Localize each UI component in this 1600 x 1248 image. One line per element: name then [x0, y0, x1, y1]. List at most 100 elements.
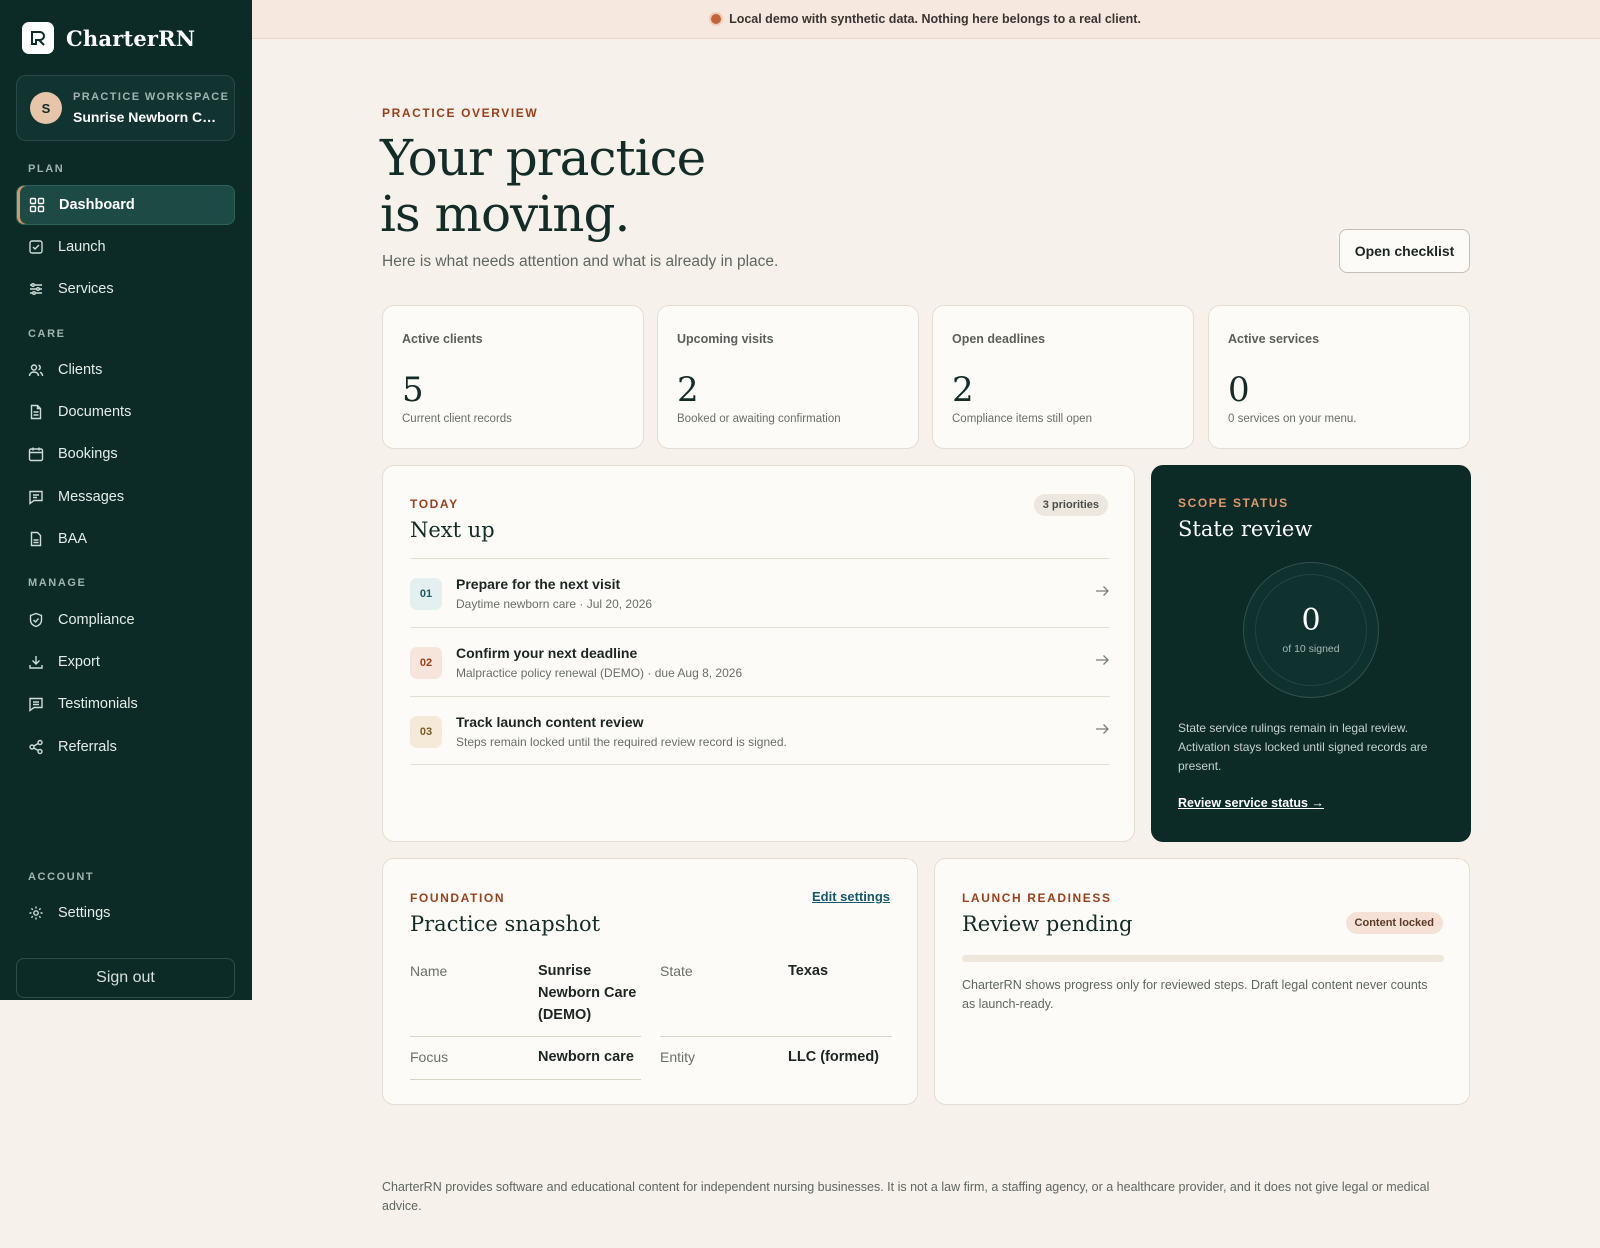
checkbox-icon: [28, 239, 44, 255]
stat-card-upcoming-visits[interactable]: Upcoming visits 2 Booked or awaiting con…: [657, 305, 919, 449]
title-line-2: is moving.: [380, 185, 630, 243]
sidebar-item-compliance[interactable]: Compliance: [16, 600, 235, 640]
practice-snapshot-card: FOUNDATION Practice snapshot Edit settin…: [382, 858, 918, 1105]
sidebar-item-referrals[interactable]: Referrals: [16, 727, 235, 767]
readiness-title: Review pending: [962, 912, 1133, 936]
stat-card-active-clients[interactable]: Active clients 5 Current client records: [382, 305, 644, 449]
sidebar-item-label: Launch: [58, 239, 106, 255]
sidebar-item-documents[interactable]: Documents: [16, 392, 235, 432]
arrow-right-icon: [1096, 586, 1109, 596]
users-icon: [28, 362, 44, 378]
task-subtitle: Daytime newborn care · Jul 20, 2026: [456, 597, 653, 611]
stat-value: 2: [677, 370, 699, 410]
field-value: Texas: [788, 963, 829, 979]
sidebar-item-export[interactable]: Export: [16, 642, 235, 682]
sidebar-item-label: Settings: [58, 905, 111, 921]
task-title: Confirm your next deadline: [456, 645, 638, 661]
scope-title: State review: [1178, 517, 1313, 541]
workspace-label: PRACTICE WORKSPACE: [73, 91, 230, 103]
shield-icon: [28, 612, 44, 628]
task-row[interactable]: 02 Confirm your next deadline Malpractic…: [410, 627, 1110, 696]
signed-count: 0: [1301, 603, 1321, 638]
scope-description: State service rulings remain in legal re…: [1178, 721, 1428, 773]
sidebar-item-label: Clients: [58, 362, 103, 378]
task-subtitle: Malpractice policy renewal (DEMO) · due …: [456, 666, 743, 680]
sidebar-item-bookings[interactable]: Bookings: [16, 434, 235, 474]
edit-settings-link[interactable]: Edit settings: [812, 889, 890, 904]
sidebar-item-label: Dashboard: [59, 197, 135, 213]
message-icon: [28, 489, 44, 505]
arrow-right-icon: [1096, 724, 1109, 734]
signed-progress-ring: 0 of 10 signed: [1243, 562, 1379, 698]
page-title: Your practice is moving.: [380, 130, 980, 242]
sliders-icon: [28, 281, 44, 297]
review-service-status-link[interactable]: Review service status →: [1178, 796, 1324, 810]
sidebar-item-label: BAA: [58, 531, 88, 547]
divider: [410, 1079, 641, 1080]
sidebar-item-testimonials[interactable]: Testimonials: [16, 684, 235, 724]
brand-name: CharterRN: [66, 25, 196, 51]
sidebar-item-settings[interactable]: Settings: [16, 893, 235, 933]
sidebar-item-label: Testimonials: [58, 696, 138, 712]
nav-section-account: ACCOUNT: [28, 871, 95, 883]
task-number: 03: [410, 716, 442, 748]
sidebar-item-dashboard[interactable]: Dashboard: [16, 185, 235, 225]
gear-icon: [28, 905, 44, 921]
logo-icon: [22, 22, 54, 54]
sidebar-item-label: Export: [58, 654, 100, 670]
sidebar-item-label: Messages: [58, 489, 125, 505]
field-label: Focus: [410, 1049, 449, 1065]
sidebar-item-label: Compliance: [58, 612, 135, 628]
next-up-card: TODAY Next up 3 priorities 01 Prepare fo…: [382, 465, 1135, 842]
stat-note: Current client records: [402, 413, 512, 425]
task-title: Prepare for the next visit: [456, 576, 621, 592]
sidebar-item-services[interactable]: Services: [16, 269, 235, 309]
snapshot-eyebrow: FOUNDATION: [410, 891, 506, 905]
workspace-name: Sunrise Newborn Car...: [73, 109, 223, 125]
open-checklist-button[interactable]: Open checklist: [1339, 229, 1470, 273]
next-up-eyebrow: TODAY: [410, 497, 459, 511]
priorities-badge: 3 priorities: [1033, 494, 1108, 516]
stat-card-open-deadlines[interactable]: Open deadlines 2 Compliance items still …: [932, 305, 1194, 449]
field-value: Sunrise Newborn Care (DEMO): [538, 963, 637, 1023]
launch-readiness-card: LAUNCH READINESS Review pending Content …: [934, 858, 1470, 1105]
banner-text: Local demo with synthetic data. Nothing …: [729, 12, 1141, 26]
readiness-progress-bar: [962, 955, 1444, 962]
share-icon: [28, 739, 44, 755]
sidebar-item-label: Referrals: [58, 739, 117, 755]
divider: [410, 1036, 641, 1037]
stat-card-active-services[interactable]: Active services 0 0 services on your men…: [1208, 305, 1470, 449]
task-row[interactable]: 01 Prepare for the next visit Daytime ne…: [410, 558, 1110, 627]
page-subtitle: Here is what needs attention and what is…: [382, 253, 779, 270]
nav-section-manage: MANAGE: [28, 577, 87, 589]
document-icon: [28, 404, 44, 420]
scope-status-card: SCOPE STATUS State review 0 of 10 signed…: [1151, 465, 1471, 842]
workspace-switcher[interactable]: S PRACTICE WORKSPACE Sunrise Newborn Car…: [16, 75, 235, 141]
demo-banner: Local demo with synthetic data. Nothing …: [252, 0, 1600, 39]
divider: [660, 1036, 892, 1037]
sidebar-item-clients[interactable]: Clients: [16, 350, 235, 390]
sign-out-button[interactable]: Sign out: [16, 958, 235, 998]
sidebar-item-messages[interactable]: Messages: [16, 477, 235, 517]
readiness-eyebrow: LAUNCH READINESS: [962, 891, 1112, 905]
footer-disclaimer: CharterRN provides software and educatio…: [382, 1180, 1430, 1213]
task-title: Track launch content review: [456, 714, 644, 730]
grid-icon: [29, 197, 45, 213]
brand[interactable]: CharterRN: [22, 22, 195, 54]
scope-eyebrow: SCOPE STATUS: [1178, 496, 1289, 510]
field-label: Name: [410, 963, 448, 979]
sidebar-item-label: Bookings: [58, 446, 118, 462]
page-eyebrow: PRACTICE OVERVIEW: [382, 106, 539, 120]
field-label: State: [660, 963, 693, 979]
stat-value: 2: [952, 370, 974, 410]
field-value: LLC (formed): [788, 1049, 880, 1065]
stat-value: 0: [1228, 370, 1250, 410]
calendar-icon: [28, 446, 44, 462]
status-dot-icon: [711, 14, 722, 24]
file-icon: [28, 531, 44, 547]
sidebar-item-launch[interactable]: Launch: [16, 227, 235, 267]
arrow-right-icon: [1096, 655, 1109, 665]
task-row[interactable]: 03 Track launch content review Steps rem…: [410, 696, 1110, 765]
sidebar-item-baa[interactable]: BAA: [16, 519, 235, 559]
download-icon: [28, 654, 44, 670]
